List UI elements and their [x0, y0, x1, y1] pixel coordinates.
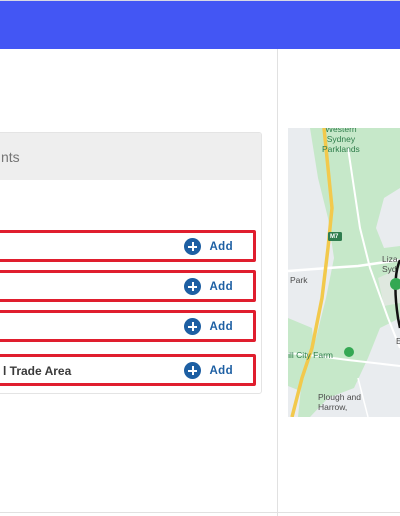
map-label-liza: Liza	[382, 254, 398, 264]
list-item: Add	[0, 230, 256, 262]
add-button-label: Add	[209, 320, 233, 333]
add-button[interactable]: Add	[184, 318, 233, 335]
list-item-label: l Trade Area	[3, 364, 72, 378]
panel-divider	[277, 49, 278, 516]
page: nts Add Add Add l Trade Area Add Western…	[0, 0, 400, 516]
map-label-hill-city-farm: Hill City Farm	[288, 350, 333, 360]
card-header: nts	[0, 133, 261, 180]
bottom-divider	[0, 512, 400, 513]
add-button-label: Add	[209, 280, 233, 293]
list-item: Add	[0, 270, 256, 302]
farm-pin-icon	[344, 347, 354, 357]
map-label-western-sydney-parklands: Western Sydney Parklands	[322, 128, 360, 154]
add-button[interactable]: Add	[184, 362, 233, 379]
add-button[interactable]: Add	[184, 278, 233, 295]
map-label-park: Park	[290, 275, 308, 285]
top-app-bar	[0, 0, 400, 49]
map-label-m7: M7	[330, 234, 339, 240]
card-header-title: nts	[1, 149, 20, 165]
map-label-syd: Syd	[382, 264, 397, 274]
map-label-plough-and-harrow: Plough and Harrow,	[318, 392, 362, 412]
list-item: l Trade Area Add	[0, 354, 256, 386]
plus-circle-icon	[184, 318, 202, 335]
plus-circle-icon	[184, 278, 202, 295]
add-button-label: Add	[209, 240, 233, 253]
add-button[interactable]: Add	[184, 238, 233, 255]
map-label-e: E	[396, 336, 400, 346]
plus-circle-icon	[184, 362, 202, 379]
list-item: Add	[0, 310, 256, 342]
map-view[interactable]: Western Sydney Parklands M7 Park Liza Sy…	[288, 128, 400, 417]
add-button-label: Add	[209, 364, 233, 377]
plus-circle-icon	[184, 238, 202, 255]
